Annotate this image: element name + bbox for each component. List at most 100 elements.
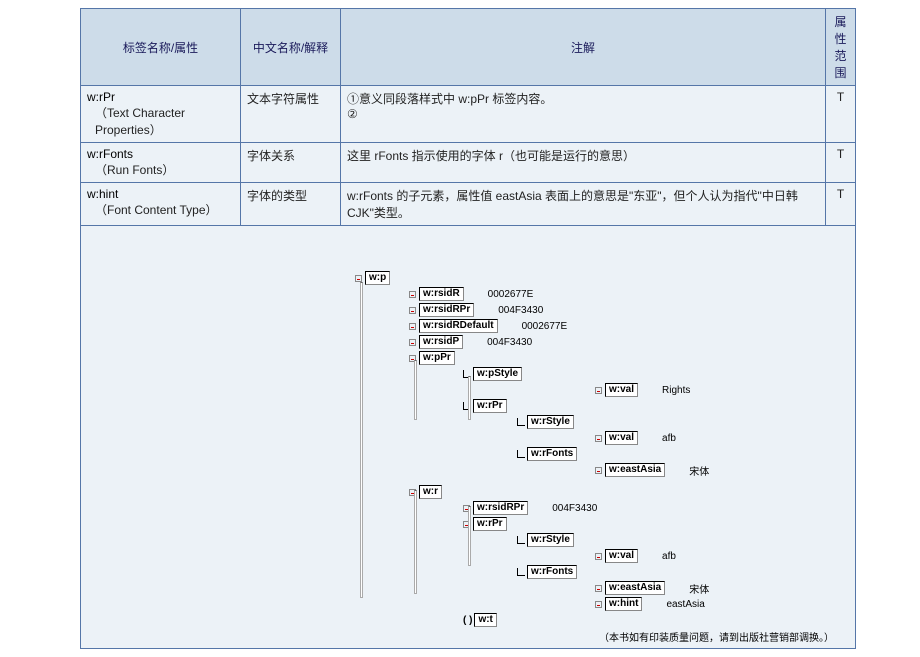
node-value: 宋体 bbox=[689, 581, 709, 596]
node-label: w:rsidRPr bbox=[419, 303, 474, 317]
tree-node: w:rStyle bbox=[517, 532, 835, 548]
cell-tag: w:hint （Font Content Type） bbox=[81, 183, 241, 226]
table-row-tree: w:p w:rsidR 0002677E w:rsidRPr 004F3430 w:… bbox=[81, 226, 856, 649]
node-label: w:rsidRPr bbox=[473, 501, 528, 515]
tree-node: w:rFonts bbox=[517, 446, 835, 462]
node-value: afb bbox=[662, 551, 676, 562]
table-row: w:rFonts （Run Fonts） 字体关系 这里 rFonts 指示使用… bbox=[81, 143, 856, 183]
node-value: Rights bbox=[662, 385, 690, 396]
cell-annot: 这里 rFonts 指示使用的字体 r（也可能是运行的意思） bbox=[341, 143, 826, 183]
node-label: w:hint bbox=[605, 597, 642, 611]
tag-sub: （Font Content Type） bbox=[95, 201, 234, 218]
node-label: w:rFonts bbox=[527, 447, 577, 461]
tree-corner-icon bbox=[517, 536, 525, 544]
tree-node: w:rsidP 004F3430 bbox=[409, 334, 835, 350]
tree-node: w:r bbox=[409, 484, 835, 500]
collapse-icon bbox=[409, 339, 416, 346]
tree-node: w:rsidR 0002677E bbox=[409, 286, 835, 302]
header-range: 属性范围 bbox=[826, 9, 856, 86]
node-value: 0002677E bbox=[488, 289, 534, 300]
tree-node: w:rPr bbox=[463, 398, 835, 414]
header-cn: 中文名称/解释 bbox=[241, 9, 341, 86]
node-label: w:rsidR bbox=[419, 287, 464, 301]
tree-node: w:rStyle bbox=[517, 414, 835, 430]
tree-vbar bbox=[360, 282, 363, 598]
node-label: w:rFonts bbox=[527, 565, 577, 579]
tree-node: w:rsidRPr 004F3430 bbox=[463, 500, 835, 516]
annot-line: ② bbox=[347, 107, 819, 121]
node-label: w:rStyle bbox=[527, 415, 574, 429]
node-value: 0002677E bbox=[522, 321, 568, 332]
tree-node: w:val afb bbox=[595, 548, 835, 564]
document-page: 标签名称/属性 中文名称/解释 注解 属性范围 w:rPr （Text Char… bbox=[80, 8, 856, 649]
node-value: 宋体 bbox=[689, 463, 709, 478]
xml-tree-cell: w:p w:rsidR 0002677E w:rsidRPr 004F3430 w:… bbox=[81, 226, 856, 649]
tree-node: w:eastAsia宋体 bbox=[595, 580, 835, 596]
tree-node: ( )w:t bbox=[463, 612, 835, 628]
tree-node: w:eastAsia 宋体 bbox=[595, 462, 835, 478]
node-label: w:rPr bbox=[473, 517, 507, 531]
node-label: w:t bbox=[474, 613, 496, 627]
node-label: w:pPr bbox=[419, 351, 455, 365]
cell-cn: 字体的类型 bbox=[241, 183, 341, 226]
node-label: w:r bbox=[419, 485, 442, 499]
node-label: w:p bbox=[365, 271, 390, 285]
tree-node: w:hinteastAsia bbox=[595, 596, 835, 612]
node-label: w:val bbox=[605, 549, 638, 563]
tag-main: w:rFonts bbox=[87, 147, 133, 161]
tree-node: w:rPr bbox=[463, 516, 835, 532]
cell-cn: 字体关系 bbox=[241, 143, 341, 183]
tree-vbar bbox=[468, 506, 471, 566]
annot-line: w:rFonts 的子元素，属性值 eastAsia 表面上的意思是"东亚"，但… bbox=[347, 187, 819, 221]
header-tag: 标签名称/属性 bbox=[81, 9, 241, 86]
collapse-icon bbox=[595, 435, 602, 442]
annot-line: ①意义同段落样式中 w:pPr 标签内容。 bbox=[347, 90, 819, 107]
cell-range: T bbox=[826, 183, 856, 226]
footnote-text: （本书如有印装质量问题，请到出版社营销部调换。） bbox=[599, 628, 835, 644]
table-row: w:hint （Font Content Type） 字体的类型 w:rFont… bbox=[81, 183, 856, 226]
tree-vbar bbox=[414, 360, 417, 420]
node-label: w:rPr bbox=[473, 399, 507, 413]
collapse-icon bbox=[595, 553, 602, 560]
node-label: w:rsidP bbox=[419, 335, 463, 349]
tag-main: w:hint bbox=[87, 187, 118, 201]
node-value: 004F3430 bbox=[552, 503, 597, 514]
cell-annot: w:rFonts 的子元素，属性值 eastAsia 表面上的意思是"东亚"，但… bbox=[341, 183, 826, 226]
tree-node: w:p bbox=[355, 270, 835, 286]
tree-corner-icon bbox=[517, 568, 525, 576]
node-label: w:val bbox=[605, 383, 638, 397]
tree-node: w:rsidRDefault 0002677E bbox=[409, 318, 835, 334]
cell-range: T bbox=[826, 143, 856, 183]
cell-annot: ①意义同段落样式中 w:pPr 标签内容。 ② bbox=[341, 86, 826, 143]
collapse-icon bbox=[595, 585, 602, 592]
tree-vbar bbox=[468, 376, 471, 420]
node-value: afb bbox=[662, 433, 676, 444]
cell-tag: w:rPr （Text Character Properties） bbox=[81, 86, 241, 143]
node-value: 004F3430 bbox=[487, 337, 532, 348]
xml-tree: w:p w:rsidR 0002677E w:rsidRPr 004F3430 w:… bbox=[355, 270, 835, 644]
collapse-icon bbox=[595, 467, 602, 474]
tree-node: w:pPr bbox=[409, 350, 835, 366]
collapse-icon bbox=[409, 323, 416, 330]
cell-cn: 文本字符属性 bbox=[241, 86, 341, 143]
tag-main: w:rPr bbox=[87, 90, 115, 104]
collapse-icon bbox=[595, 601, 602, 608]
collapse-icon bbox=[409, 307, 416, 314]
tree-vbar bbox=[414, 490, 417, 594]
annot-line: 这里 rFonts 指示使用的字体 r（也可能是运行的意思） bbox=[347, 147, 819, 164]
tree-node: w:rsidRPr004F3430 bbox=[409, 302, 835, 318]
node-label: w:rsidRDefault bbox=[419, 319, 498, 333]
node-label: w:eastAsia bbox=[605, 463, 665, 477]
tag-attribute-table: 标签名称/属性 中文名称/解释 注解 属性范围 w:rPr （Text Char… bbox=[80, 8, 856, 649]
node-label: w:rStyle bbox=[527, 533, 574, 547]
collapse-icon bbox=[409, 291, 416, 298]
table-row: w:rPr （Text Character Properties） 文本字符属性… bbox=[81, 86, 856, 143]
collapse-icon bbox=[595, 387, 602, 394]
node-label: w:pStyle bbox=[473, 367, 522, 381]
tree-corner-icon bbox=[517, 450, 525, 458]
tree-node: w:valafb bbox=[595, 430, 835, 446]
table-header-row: 标签名称/属性 中文名称/解释 注解 属性范围 bbox=[81, 9, 856, 86]
header-annot: 注解 bbox=[341, 9, 826, 86]
tag-sub: （Run Fonts） bbox=[95, 161, 234, 178]
tree-corner-icon bbox=[517, 418, 525, 426]
